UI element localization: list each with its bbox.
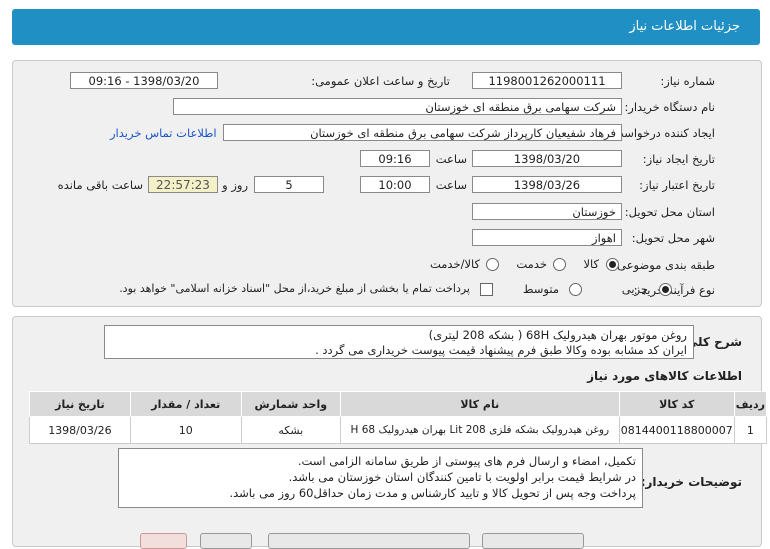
- col-date: تاریخ نیاز: [29, 391, 131, 417]
- days-field: 5: [254, 176, 324, 193]
- cell-qty: 10: [129, 416, 242, 444]
- category-goods-label: کالا: [583, 257, 599, 271]
- summary-line-1: روغن موتور بهران هیدرولیک 68H ( بشکه 208…: [428, 328, 687, 342]
- buyer-notes-box: تکمیل، امضاء و ارسال فرم های پیوستی از ط…: [118, 448, 643, 508]
- buyer-note-3: پرداخت وجه پس از تحویل کالا و تایید کارش…: [229, 486, 636, 500]
- announce-label: تاریخ و ساعت اعلان عمومی:: [311, 74, 450, 88]
- province-field: خوزستان: [472, 203, 622, 220]
- remaining-label: ساعت باقی مانده: [57, 178, 143, 192]
- category-both-label: کالا/خدمت: [429, 257, 480, 271]
- buyer-org-field: شرکت سهامی برق منطقه ای خوزستان: [173, 98, 622, 115]
- days-label: روز و: [222, 178, 248, 192]
- need-number-label: شماره نیاز:: [660, 74, 715, 88]
- buyer-contact-link[interactable]: اطلاعات تماس خریدار: [110, 126, 217, 140]
- announce-field: 1398/03/20 - 09:16: [70, 72, 218, 89]
- valid-time-field: 10:00: [360, 176, 430, 193]
- process-medium-label: متوسط: [522, 282, 559, 296]
- cell-code: 0814400118800007: [618, 416, 735, 444]
- summary-box: روغن موتور بهران هیدرولیک 68H ( بشکه 208…: [104, 325, 694, 359]
- remaining-time-field: 22:57:23: [148, 176, 218, 193]
- col-qty: تعداد / مقدار: [129, 391, 242, 417]
- buyer-org-label: نام دستگاه خریدار:: [624, 100, 715, 114]
- created-date-field: 1398/03/20: [472, 150, 622, 167]
- province-label: استان محل تحویل:: [624, 205, 715, 219]
- goods-table-header: ردیف کد کالا نام کالا واحد شمارش تعداد /…: [29, 391, 768, 417]
- buyer-note-2: در شرایط قیمت برابر اولویت با تامین کنند…: [288, 470, 636, 484]
- buyer-notes-label: توضیحات خریدار:: [640, 475, 742, 489]
- need-number-field: 1198001262000111: [472, 72, 622, 89]
- process-medium-radio[interactable]: [569, 283, 582, 296]
- table-row: 1 0814400118800007 روغن هیدرولیک بشکه فل…: [29, 416, 768, 444]
- cell-name: روغن هیدرولیک بشکه فلزی 208 Lit بهران هی…: [339, 416, 620, 444]
- process-minor-radio[interactable]: [659, 283, 672, 296]
- category-service-label: خدمت: [516, 257, 547, 271]
- action-button-4[interactable]: [482, 533, 584, 549]
- col-row: ردیف: [733, 391, 768, 417]
- category-label: طبقه بندی موضوعی:: [613, 258, 715, 272]
- valid-hour-label: ساعت: [435, 178, 467, 192]
- created-date-label: تاریخ ایجاد نیاز:: [642, 152, 715, 166]
- cell-unit: بشکه: [240, 416, 341, 444]
- requester-field: فرهاد شفیعیان کارپرداز شرکت سهامی برق من…: [223, 124, 622, 141]
- category-service-radio[interactable]: [553, 258, 566, 271]
- goods-table: ردیف کد کالا نام کالا واحد شمارش تعداد /…: [29, 391, 768, 444]
- action-button-2[interactable]: [200, 533, 252, 549]
- action-button-1[interactable]: [140, 533, 187, 549]
- col-name: نام کالا: [339, 391, 620, 417]
- valid-date-field: 1398/03/26: [472, 176, 622, 193]
- summary-line-2: ایران کد مشابه بوده وکالا طبق فرم پیشنها…: [315, 343, 687, 357]
- created-hour-label: ساعت: [435, 152, 467, 166]
- action-button-3[interactable]: [268, 533, 470, 549]
- cell-date: 1398/03/26: [29, 416, 131, 444]
- city-field: اهواز: [472, 229, 622, 246]
- created-time-field: 09:16: [360, 150, 430, 167]
- treasury-payment-checkbox[interactable]: [480, 283, 493, 296]
- city-label: شهر محل تحویل:: [631, 231, 715, 245]
- requester-label: ایجاد کننده درخواست:: [609, 126, 715, 140]
- treasury-payment-note: پرداخت تمام یا بخشی از مبلغ خرید،از محل …: [119, 282, 470, 295]
- process-minor-label: جزیی: [621, 282, 648, 296]
- goods-section-title: اطلاعات کالاهای مورد نیاز: [587, 369, 742, 383]
- valid-date-label: تاریخ اعتبار نیاز:: [639, 178, 715, 192]
- page-header: جزئیات اطلاعات نیاز: [12, 9, 760, 45]
- category-goods-radio[interactable]: [606, 258, 619, 271]
- col-unit: واحد شمارش: [240, 391, 341, 417]
- buyer-note-1: تکمیل، امضاء و ارسال فرم های پیوستی از ط…: [297, 454, 636, 468]
- page-title: جزئیات اطلاعات نیاز: [629, 19, 740, 34]
- col-code: کد کالا: [618, 391, 735, 417]
- cell-row: 1: [733, 416, 768, 444]
- category-both-radio[interactable]: [486, 258, 499, 271]
